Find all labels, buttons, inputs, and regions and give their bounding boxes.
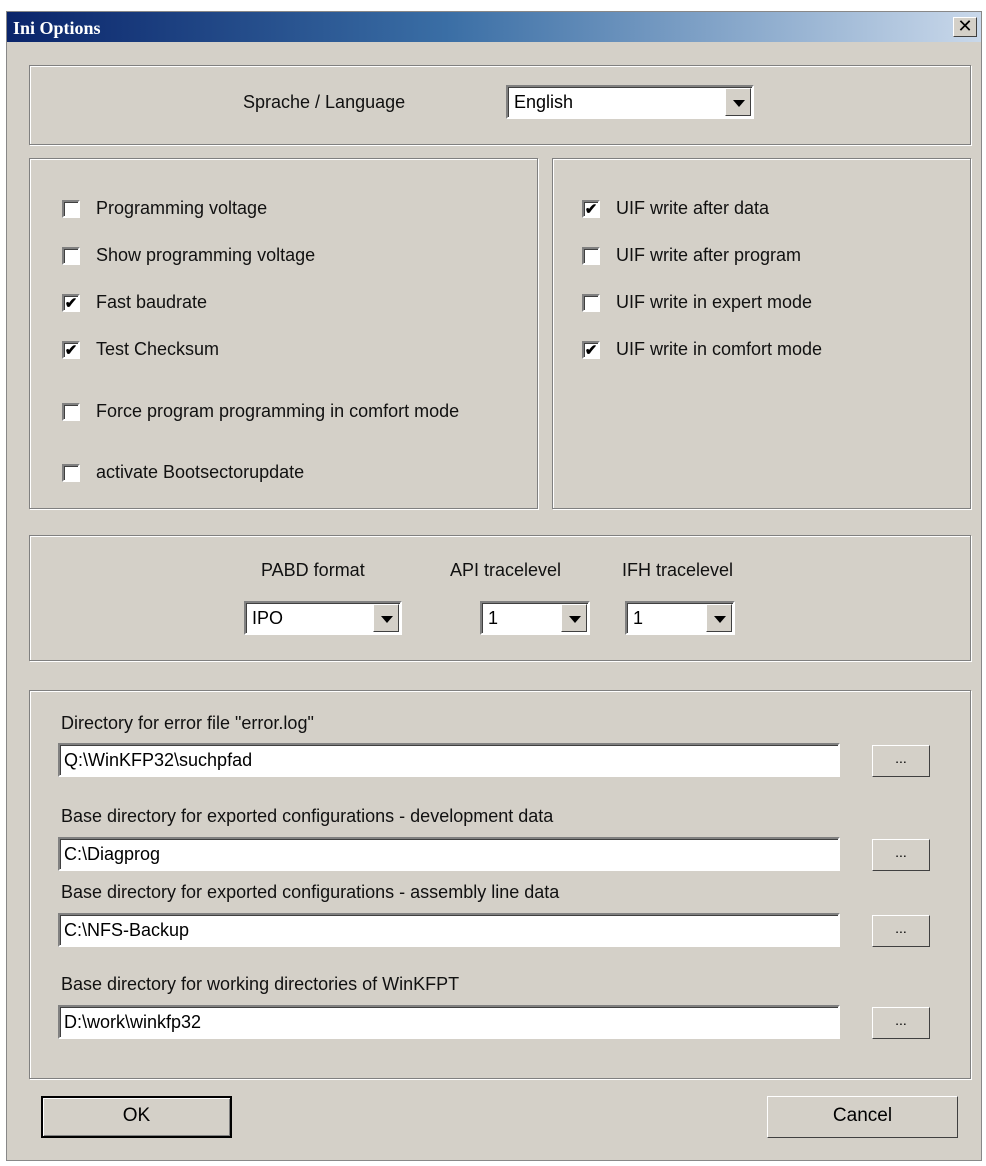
checkbox-label: activate Bootsectorupdate	[96, 462, 305, 482]
ifh-tracelevel-value: 1	[633, 608, 644, 628]
chevron-down-icon[interactable]	[561, 604, 587, 632]
trace-group: PABD format IPO API tracelevel 1 IFH tra…	[29, 535, 971, 661]
working-dir-label: Base directory for working directories o…	[61, 974, 460, 994]
checkbox-label: Show programming voltage	[96, 245, 316, 265]
api-tracelevel-select[interactable]: 1	[480, 601, 590, 635]
checkbox[interactable]	[62, 200, 80, 218]
assembly-dir-browse-button[interactable]: ...	[872, 915, 930, 947]
ifh-tracelevel-select[interactable]: 1	[625, 601, 735, 635]
language-group: Sprache / Language English	[29, 65, 971, 145]
programming-options-group: Programming voltage Show programming vol…	[29, 158, 538, 509]
chevron-down-icon[interactable]	[725, 88, 751, 116]
error-dir-browse-button[interactable]: ...	[872, 745, 930, 777]
checkbox[interactable]	[62, 403, 80, 421]
checkbox-label: Programming voltage	[96, 198, 268, 218]
error-dir-value: Q:\WinKFP32\suchpfad	[64, 750, 253, 770]
dev-data-dir-label: Base directory for exported configuratio…	[61, 806, 554, 826]
ok-button[interactable]: OK	[41, 1096, 232, 1138]
pabd-format-select[interactable]: IPO	[244, 601, 402, 635]
working-dir-value: D:\work\winkfp32	[64, 1012, 202, 1032]
checkbox-label: UIF write in comfort mode	[616, 339, 823, 359]
cancel-button[interactable]: Cancel	[767, 1096, 958, 1138]
error-dir-label: Directory for error file "error.log"	[61, 713, 314, 733]
language-value: English	[514, 92, 574, 112]
assembly-dir-label: Base directory for exported configuratio…	[61, 882, 560, 902]
api-tracelevel-label: API tracelevel	[450, 560, 562, 580]
uif-options-group: ✔ UIF write after data UIF write after p…	[552, 158, 971, 509]
directories-group: Directory for error file "error.log" Q:\…	[29, 690, 971, 1079]
assembly-dir-value: C:\NFS-Backup	[64, 920, 190, 940]
dev-data-dir-browse-button[interactable]: ...	[872, 839, 930, 871]
title-bar[interactable]: Ini Options ✕	[7, 12, 981, 42]
window-title: Ini Options	[13, 18, 101, 38]
language-label: Sprache / Language	[243, 92, 406, 112]
assembly-dir-input[interactable]: C:\NFS-Backup	[58, 913, 840, 947]
checkbox[interactable]	[62, 464, 80, 482]
error-dir-input[interactable]: Q:\WinKFP32\suchpfad	[58, 743, 840, 777]
working-dir-input[interactable]: D:\work\winkfp32	[58, 1005, 840, 1039]
checkbox-label: UIF write after program	[616, 245, 802, 265]
pabd-format-value: IPO	[252, 608, 284, 628]
checkbox[interactable]: ✔	[582, 200, 600, 218]
dev-data-dir-value: C:\Diagprog	[64, 844, 161, 864]
pabd-format-label: PABD format	[261, 560, 365, 580]
api-tracelevel-value: 1	[488, 608, 499, 628]
close-button[interactable]: ✕	[953, 17, 977, 37]
checkbox-label: UIF write after data	[616, 198, 770, 218]
checkbox-label: Force program programming in comfort mod…	[96, 401, 460, 421]
checkbox-label: Test Checksum	[96, 339, 220, 359]
checkbox[interactable]	[582, 247, 600, 265]
checkbox[interactable]: ✔	[582, 341, 600, 359]
chevron-down-icon[interactable]	[706, 604, 732, 632]
checkbox[interactable]: ✔	[62, 341, 80, 359]
checkbox[interactable]	[582, 294, 600, 312]
ifh-tracelevel-label: IFH tracelevel	[622, 560, 734, 580]
ini-options-dialog: Ini Options ✕ Sprache / Language English…	[6, 11, 982, 1161]
working-dir-browse-button[interactable]: ...	[872, 1007, 930, 1039]
language-select[interactable]: English	[506, 85, 754, 119]
chevron-down-icon[interactable]	[373, 604, 399, 632]
checkbox-label: UIF write in expert mode	[616, 292, 813, 312]
dev-data-dir-input[interactable]: C:\Diagprog	[58, 837, 840, 871]
checkbox-label: Fast baudrate	[96, 292, 208, 312]
checkbox[interactable]	[62, 247, 80, 265]
checkbox[interactable]: ✔	[62, 294, 80, 312]
